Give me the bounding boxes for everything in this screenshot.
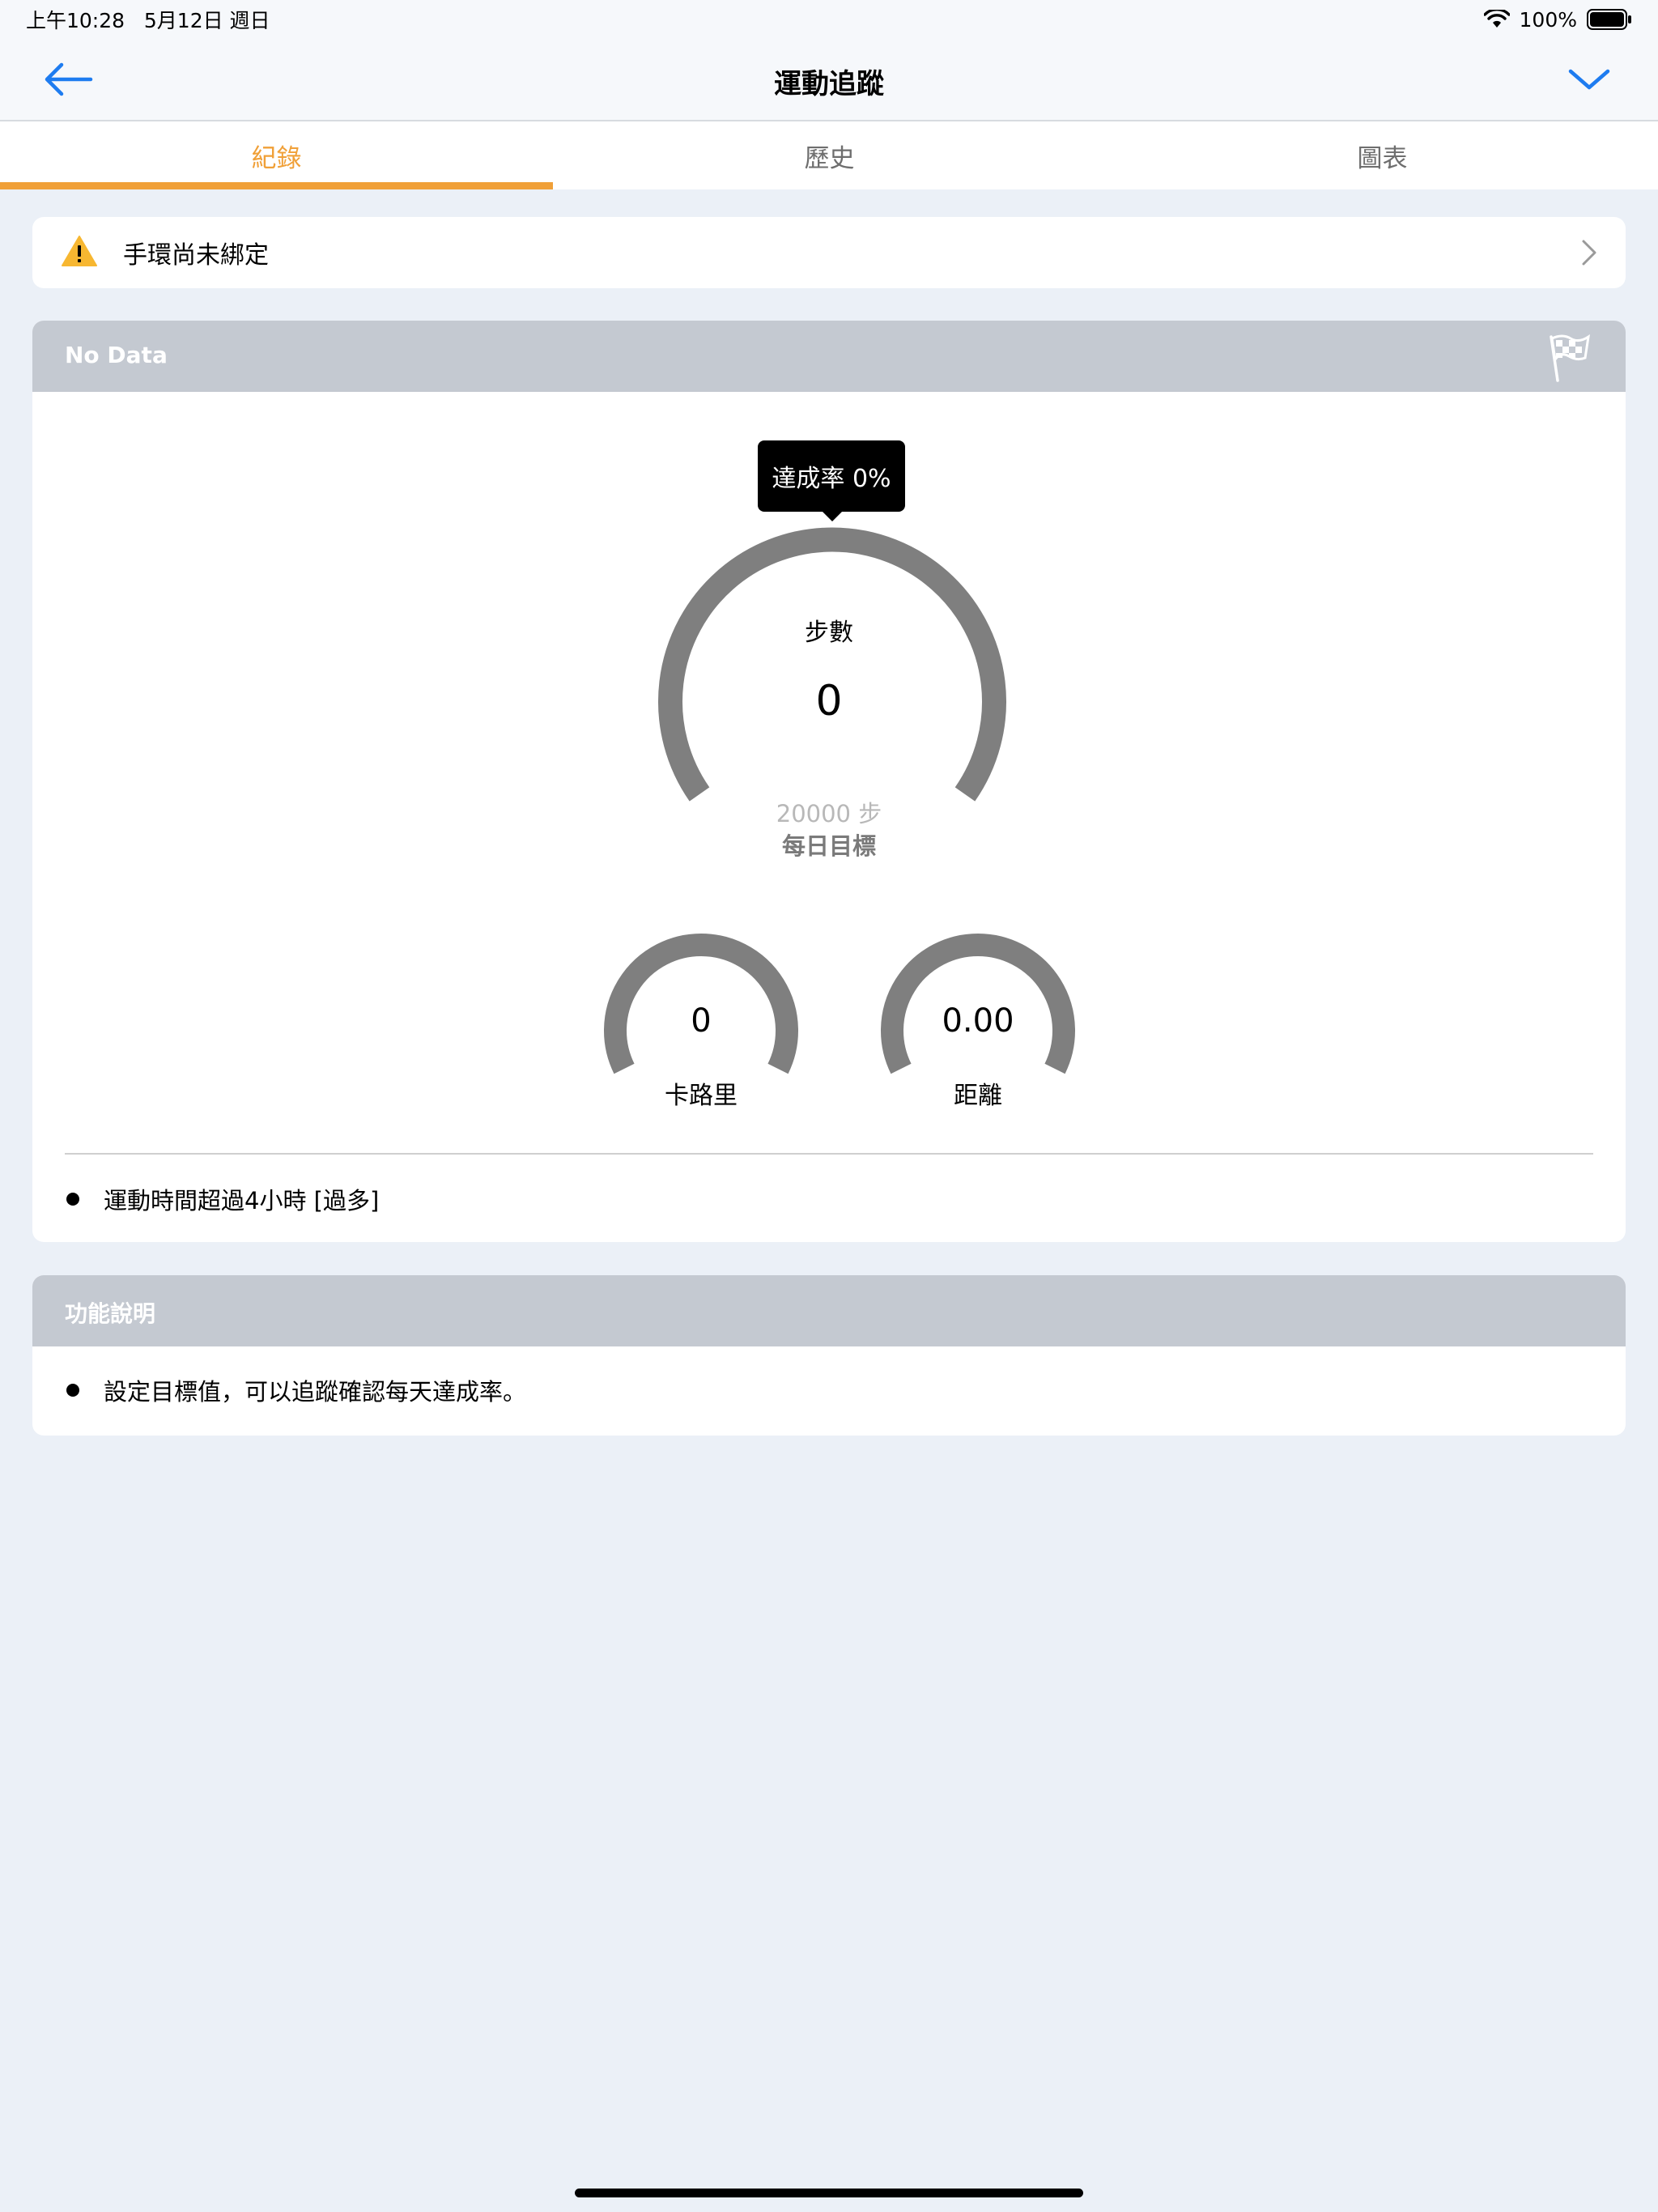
status-date: 5月12日 週日 [143, 9, 270, 32]
tab-record[interactable]: 紀錄 [0, 121, 553, 189]
warning-text: 手環尚未綁定 [123, 241, 269, 270]
checkered-flag-icon[interactable] [1545, 332, 1593, 382]
divider [65, 1153, 1593, 1155]
status-bar: 上午10:28 5月12日 週日 100% [0, 0, 1658, 39]
help-card: 功能說明 設定目標值，可以追蹤確認每天達成率。 [32, 1275, 1626, 1436]
status-indicators: 100% [1483, 5, 1632, 34]
help-text: 設定目標值，可以追蹤確認每天達成率。 [104, 1378, 527, 1406]
no-data-label: No Data [65, 342, 168, 368]
active-tab-indicator [0, 182, 553, 189]
calories-label: 卡路里 [665, 1082, 738, 1110]
warning-icon [62, 236, 97, 266]
steps-label: 步數 [805, 619, 853, 647]
daily-goal-label: 每日目標 [781, 832, 876, 860]
home-indicator[interactable] [575, 2189, 1083, 2197]
note-bullet [66, 1193, 79, 1206]
wifi-icon [1483, 10, 1510, 28]
battery-icon [1587, 9, 1631, 30]
achievement-tooltip: 達成率 0% [758, 440, 905, 512]
battery-percent: 100% [1519, 7, 1577, 32]
tab-bar: 紀錄 歷史 圖表 [0, 121, 1658, 189]
steps-gauge-track [658, 527, 1006, 802]
chevron-down-icon[interactable] [1561, 57, 1618, 102]
steps-goal: 20000 步 [776, 800, 882, 827]
nav-bar: 運動追蹤 [0, 39, 1658, 121]
status-datetime: 上午10:28 5月12日 週日 [26, 5, 270, 34]
steps-value: 0 [815, 677, 843, 725]
help-bullet [66, 1384, 79, 1397]
help-card-header: 功能說明 [32, 1275, 1626, 1346]
page-title: 運動追蹤 [774, 68, 884, 100]
record-card: No Data 達成率 0% 步數 0 20000 步 每日目標 0 卡路里 0… [32, 321, 1626, 1242]
distance-value: 0.00 [942, 1002, 1014, 1040]
distance-label: 距離 [954, 1082, 1002, 1110]
tooltip-arrow [821, 510, 844, 521]
help-title: 功能說明 [65, 1300, 156, 1327]
chevron-right-icon [1582, 240, 1596, 266]
band-not-bound-row[interactable]: 手環尚未綁定 [32, 217, 1626, 288]
exercise-note: 運動時間超過4小時 [過多] [104, 1187, 380, 1214]
calories-value: 0 [691, 1002, 712, 1040]
back-arrow-icon[interactable] [40, 57, 97, 102]
record-card-header: No Data [32, 321, 1626, 392]
status-time: 上午10:28 [26, 9, 125, 32]
tab-chart[interactable]: 圖表 [1106, 121, 1658, 189]
tab-history[interactable]: 歷史 [553, 121, 1106, 189]
